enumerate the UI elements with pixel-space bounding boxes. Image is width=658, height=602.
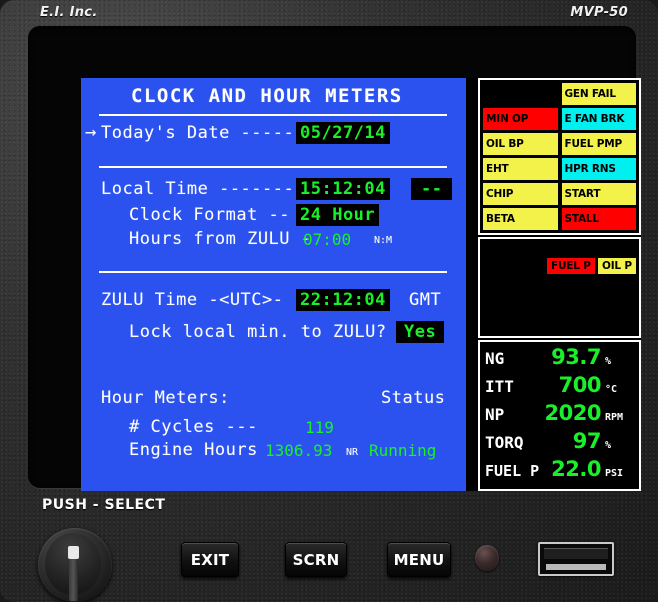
annunciator-stall[interactable]: STALL [561, 208, 636, 230]
gauge-unit-torq: % [605, 440, 612, 451]
gauge-value-ng: 93.7 [551, 345, 601, 369]
engine-hours-label: Engine Hours [129, 440, 258, 460]
gauge-row-fuel-p[interactable]: FUEL P 22.0 PSI [480, 457, 639, 485]
alert-panel: FUEL P OIL P [478, 237, 641, 338]
engine-hours-unit: NR [346, 447, 359, 458]
annunciator-gen-fail[interactable]: GEN FAIL [561, 83, 636, 105]
annunciator-min-op[interactable]: MIN OP [483, 108, 558, 130]
lock-local-min-label: Lock local min. to ZULU? [129, 322, 387, 342]
cycles-label: # Cycles --- [129, 417, 258, 437]
gauge-label-torq: TORQ [485, 433, 524, 452]
local-time-value[interactable]: 15:12:04 [296, 178, 390, 200]
clock-format-value[interactable]: 24 Hour [296, 204, 380, 226]
gauge-row-itt[interactable]: ITT 700 °C [480, 373, 639, 401]
mvp-50-device: E.I. Inc. MVP-50 CLOCK AND HOUR METERS →… [0, 0, 658, 602]
gauge-value-torq: 97 [572, 429, 602, 453]
annunciator-beta[interactable]: BETA [483, 208, 558, 230]
clock-and-hour-meters-page: CLOCK AND HOUR METERS → Today's Date ---… [81, 78, 466, 491]
screen-bezel: CLOCK AND HOUR METERS → Today's Date ---… [28, 26, 641, 491]
status-column-header: Status [381, 388, 446, 408]
engine-hours-value: 1306.93 [265, 441, 333, 460]
hours-from-zulu-value[interactable]: 07:00 [303, 230, 351, 249]
usb-port[interactable] [538, 542, 614, 576]
gauge-row-torq[interactable]: TORQ 97 % [480, 429, 639, 457]
gauge-label-np: NP [485, 405, 505, 424]
rotary-select-knob[interactable] [38, 528, 112, 602]
gauge-unit-ng: % [605, 356, 612, 367]
annunciator-fuel-pmp[interactable]: FUEL PMP [561, 133, 636, 155]
alert-oil-p[interactable]: OIL P [598, 258, 636, 274]
todays-date-value[interactable]: 05/27/14 [296, 122, 390, 144]
gauge-label-itt: ITT [485, 377, 514, 396]
gauge-value-itt: 700 [558, 373, 602, 397]
exit-button[interactable]: EXIT [181, 542, 239, 577]
clock-format-label: Clock Format -- [129, 205, 291, 225]
annunciator-eht[interactable]: EHT [483, 158, 558, 180]
alert-fuel-p[interactable]: FUEL P [547, 258, 595, 274]
gauge-row-np[interactable]: NP 2020 RPM [480, 401, 639, 429]
display-screen[interactable]: CLOCK AND HOUR METERS → Today's Date ---… [81, 78, 641, 491]
usb-slot [544, 548, 608, 559]
page-title: CLOCK AND HOUR METERS [131, 85, 403, 107]
divider-3 [99, 271, 447, 273]
divider-1 [99, 114, 447, 116]
status-led-indicator [475, 545, 499, 571]
gauge-label-fuel-p: FUEL P [485, 462, 540, 480]
annunciator-0[interactable] [483, 83, 558, 105]
local-time-label: Local Time ------- [101, 179, 295, 199]
knob-indicator-dot [68, 546, 79, 559]
gauge-unit-np: RPM [605, 412, 624, 423]
annunciator-oil-bp[interactable]: OIL BP [483, 133, 558, 155]
knob-face [45, 533, 101, 601]
hours-from-zulu-label: Hours from ZULU - [129, 229, 312, 249]
annunciator-start[interactable]: START [561, 183, 636, 205]
annunciator-e-fan-brk[interactable]: E FAN BRK [561, 108, 636, 130]
annunciator-grid: GEN FAIL MIN OP E FAN BRK OIL BP FUEL PM… [483, 83, 636, 230]
gauge-value-fuel-p: 22.0 [551, 457, 601, 481]
gauge-unit-fuel-p: PSI [605, 468, 624, 479]
engine-hours-status: Running [369, 441, 437, 460]
push-select-label: PUSH - SELECT [42, 497, 166, 513]
engine-gauge-panel: NG 93.7 % ITT 700 °C NP 2020 RPM TORQ 97 [478, 340, 641, 491]
model-name: MVP-50 [570, 5, 628, 20]
menu-button[interactable]: MENU [387, 542, 451, 577]
annunciator-chip[interactable]: CHIP [483, 183, 558, 205]
brand-logo: E.I. Inc. [40, 5, 98, 20]
selection-cursor-icon: → [85, 121, 97, 143]
annunciator-panel: GEN FAIL MIN OP E FAN BRK OIL BP FUEL PM… [478, 78, 641, 235]
cycles-value: 119 [305, 418, 334, 437]
scrn-button[interactable]: SCRN [285, 542, 347, 577]
gauge-value-np: 2020 [544, 401, 602, 425]
lock-local-min-value[interactable]: Yes [396, 321, 445, 343]
gauge-label-ng: NG [485, 349, 505, 368]
usb-tongue [546, 564, 606, 570]
hours-from-zulu-unit: N:M [374, 235, 393, 246]
hour-meters-header: Hour Meters: [101, 388, 230, 408]
todays-date-label: Today's Date ----- [101, 123, 295, 143]
gauge-unit-itt: °C [605, 384, 618, 395]
zulu-time-label: ZULU Time -<UTC>- [101, 290, 284, 310]
local-time-badge[interactable]: -- [411, 178, 453, 200]
zulu-time-unit: GMT [409, 290, 442, 310]
zulu-time-value[interactable]: 22:12:04 [296, 289, 390, 311]
gauge-row-ng[interactable]: NG 93.7 % [480, 345, 639, 373]
annunciator-hpr-rns[interactable]: HPR RNS [561, 158, 636, 180]
divider-2 [99, 166, 447, 168]
